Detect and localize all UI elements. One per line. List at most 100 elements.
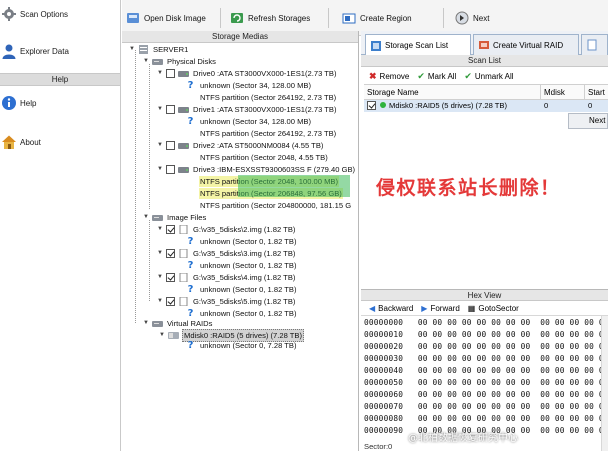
tab-overflow[interactable] (581, 34, 608, 55)
person-icon (2, 44, 16, 59)
collapse-icon[interactable]: ▼ (142, 212, 150, 223)
tree-node-label: Image Files (167, 213, 207, 222)
collapse-icon[interactable]: ▼ (156, 224, 164, 235)
raid-icon (168, 332, 179, 339)
collapse-icon[interactable]: ▼ (142, 318, 150, 329)
tree-node-partition[interactable]: ? unknown (Sector 0, 7.28 TB) (186, 340, 298, 351)
forward-button[interactable]: ▶ Forward (421, 304, 460, 313)
info-icon (2, 96, 16, 110)
tree-node-label: Drive0 :ATA ST3000VX000-1ES1(2.73 TB) (193, 69, 337, 78)
scan-list-icon (371, 40, 381, 51)
drive-checkbox[interactable] (166, 165, 175, 174)
watermark-credit: @北柏数据恢复研究中心 (408, 433, 518, 444)
tree-node-physical-disks[interactable]: ▼ Physical Disks (142, 56, 217, 67)
nav-about[interactable]: About (0, 130, 120, 156)
collapse-icon[interactable]: ▼ (156, 248, 164, 259)
ntfs-partition-icon: · (188, 152, 193, 163)
unknown-partition-icon: ? (187, 260, 194, 271)
next-label: Next (473, 13, 490, 23)
column-mdisk[interactable]: Mdisk (544, 88, 565, 97)
next-icon (455, 11, 469, 25)
tree-node-image-files[interactable]: ▼ Image Files (142, 212, 207, 223)
hex-scrollbar[interactable] (601, 316, 608, 451)
collapse-icon[interactable]: ▼ (156, 296, 164, 307)
collapse-icon[interactable]: ▼ (142, 56, 150, 67)
column-start[interactable]: Start (588, 88, 605, 97)
backward-button[interactable]: ◀ Backward (369, 304, 413, 313)
goto-sector-button[interactable]: ▦ GotoSector (468, 304, 519, 313)
collapse-icon[interactable]: ▼ (156, 68, 164, 79)
tree-node-partition[interactable]: ? unknown (Sector 34, 128.00 MB) (186, 80, 312, 91)
drive-checkbox[interactable] (166, 69, 175, 78)
next-button[interactable]: Next (455, 9, 489, 27)
unknown-partition-icon: ? (187, 236, 194, 247)
image-checkbox-checked[interactable] (166, 297, 175, 306)
image-checkbox-checked[interactable] (166, 225, 175, 234)
tree-node-partition[interactable]: ? unknown (Sector 0, 1.82 TB) (186, 284, 298, 295)
tree-node-partition[interactable]: · NTFS partition (Sector 2048, 4.55 TB) (186, 152, 329, 163)
hex-view-toolbar: ◀ Backward ▶ Forward ▦ GotoSector (361, 301, 608, 316)
column-storage-name[interactable]: Storage Name (367, 88, 419, 97)
image-file-icon (179, 297, 188, 306)
mark-all-button[interactable]: ✔ Mark All (417, 71, 456, 82)
tree-node-drive2[interactable]: ▼ Drive2 :ATA ST5000NM0084 (4.55 TB) (156, 140, 324, 151)
tab-bar: Storage Scan List Create Virtual RAID (361, 31, 608, 56)
tree-node-partition[interactable]: · NTFS partition (Sector 264192, 2.73 TB… (186, 92, 337, 103)
tree-node-label: G:\v35_5disks\2.img (1.82 TB) (193, 225, 296, 234)
open-disk-image-button[interactable]: Open Disk Image (126, 9, 206, 27)
remove-button[interactable]: ✖ Remove (369, 71, 409, 82)
row-checkbox[interactable] (367, 101, 376, 110)
collapse-icon[interactable]: ▼ (156, 104, 164, 115)
create-region-button[interactable]: Create Region (342, 9, 412, 27)
tree-node-label: G:\v35_5disks\5.img (1.82 TB) (193, 297, 296, 306)
collapse-icon[interactable]: ▼ (158, 330, 166, 341)
tree-node-label: unknown (Sector 0, 7.28 TB) (200, 341, 297, 350)
hard-drive-icon (178, 107, 189, 113)
tree-node-partition[interactable]: ? unknown (Sector 0, 1.82 TB) (186, 260, 298, 271)
tree-node-partition[interactable]: ? unknown (Sector 34, 128.00 MB) (186, 116, 312, 127)
tree-node-partition[interactable]: · NTFS partition (Sector 264192, 2.73 TB… (186, 128, 337, 139)
refresh-storages-button[interactable]: Refresh Storages (230, 9, 310, 27)
nav-scan-options[interactable]: Scan Options (0, 2, 120, 28)
image-checkbox-checked[interactable] (166, 273, 175, 282)
image-checkbox-checked[interactable] (166, 249, 175, 258)
tab-create-virtual-raid-label: Create Virtual RAID (493, 40, 564, 50)
tree-node-drive3[interactable]: ▼ Drive3 :IBM-ESXSST9300603SS F (279.40 … (156, 164, 356, 175)
table-row[interactable]: Mdisk0 :RAID5 (5 drives) (7.28 TB) 0 0 (364, 100, 608, 112)
tree-node-server[interactable]: ▼ SERVER1 (128, 44, 189, 55)
row-mdisk: 0 (544, 101, 549, 110)
nav-help[interactable]: Help (0, 91, 120, 117)
unmark-all-button[interactable]: ✔ Unmark All (464, 71, 513, 82)
sector-indicator: Sector:0 (364, 442, 393, 451)
tree-node-partition[interactable]: · NTFS partition (Sector 204800000, 181.… (186, 200, 352, 211)
tab-create-virtual-raid[interactable]: Create Virtual RAID (473, 34, 579, 55)
tree-node-virtual-raids[interactable]: ▼ Virtual RAIDs (142, 318, 213, 329)
tree-node-image[interactable]: ▼ G:\v35_5disks\3.img (1.82 TB) (156, 248, 296, 259)
tree-node-label: G:\v35_5disks\4.img (1.82 TB) (193, 273, 296, 282)
tree-node-image[interactable]: ▼ G:\v35_5disks\5.img (1.82 TB) (156, 296, 296, 307)
drive-checkbox[interactable] (166, 105, 175, 114)
hard-drive-icon (178, 71, 189, 77)
drive-checkbox[interactable] (166, 141, 175, 150)
tree-node-drive1[interactable]: ▼ Drive1 :ATA ST3000VX000-1ES1(2.73 TB) (156, 104, 338, 115)
create-region-label: Create Region (360, 13, 412, 23)
tree-node-image[interactable]: ▼ G:\v35_5disks\2.img (1.82 TB) (156, 224, 296, 235)
collapse-icon[interactable]: ▼ (156, 272, 164, 283)
toolbar-divider (328, 8, 329, 28)
column-divider (540, 85, 541, 100)
hard-drive-icon (178, 167, 189, 173)
tree-node-drive0[interactable]: ▼ Drive0 :ATA ST3000VX000-1ES1(2.73 TB) (156, 68, 338, 79)
next-context-menu-item[interactable]: Next (568, 113, 608, 129)
tree-node-partition[interactable]: ? unknown (Sector 0, 1.82 TB) (186, 236, 298, 247)
hex-view-panel: Hex View ◀ Backward ▶ Forward ▦ GotoSect… (361, 289, 608, 451)
refresh-icon (231, 13, 243, 23)
tab-storage-scan-list[interactable]: Storage Scan List (365, 34, 471, 56)
collapse-icon[interactable]: ▼ (128, 44, 136, 55)
nav-scan-options-label: Scan Options (20, 10, 69, 19)
row-storage-name: Mdisk0 :RAID5 (5 drives) (7.28 TB) (389, 101, 508, 110)
collapse-icon[interactable]: ▼ (156, 164, 164, 175)
tree-node-image[interactable]: ▼ G:\v35_5disks\4.img (1.82 TB) (156, 272, 296, 283)
scan-list-toolbar: ✖ Remove ✔ Mark All ✔ Unmark All (361, 68, 608, 84)
nav-explorer-data[interactable]: Explorer Data (0, 39, 120, 65)
collapse-icon[interactable]: ▼ (156, 140, 164, 151)
